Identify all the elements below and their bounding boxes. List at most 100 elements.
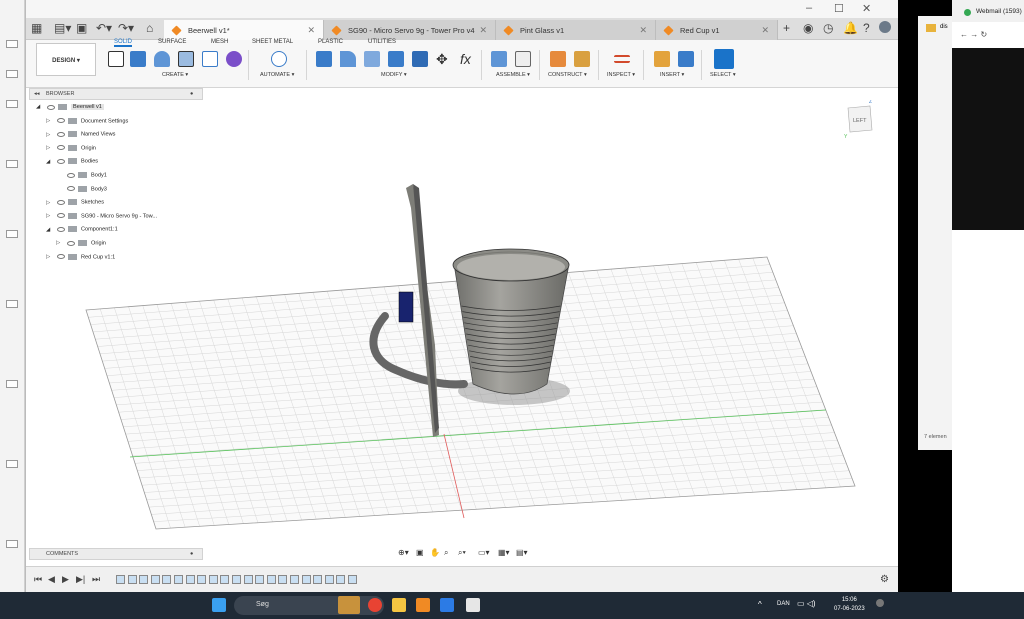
timeline-feature-icon[interactable] — [116, 575, 125, 584]
language-indicator[interactable]: DAN — [777, 601, 790, 607]
expand-arrow-icon[interactable]: ▷ — [46, 200, 54, 206]
strip-item-icon[interactable] — [6, 40, 18, 48]
inspect-group-label[interactable]: INSPECT ▾ — [607, 72, 635, 78]
tab-sg90[interactable]: SG90 - Micro Servo 9g - Tower Pro v4 ✕ — [324, 20, 496, 40]
tree-item[interactable]: Body1 — [56, 172, 107, 178]
orbit-icon[interactable]: ⊕▾ — [398, 548, 409, 557]
tab-mesh[interactable]: MESH — [211, 39, 228, 45]
expand-arrow-icon[interactable]: ▷ — [46, 132, 54, 138]
visibility-eye-icon[interactable] — [67, 172, 75, 178]
expand-arrow-icon[interactable]: ◢ — [36, 104, 44, 110]
expand-arrow-icon[interactable]: ▷ — [46, 145, 54, 151]
zoom-window-icon[interactable]: ⌕▾ — [458, 548, 466, 558]
grid-menu-icon[interactable]: ▦ — [31, 21, 42, 35]
visibility-eye-icon[interactable] — [67, 240, 75, 246]
insert-image-icon[interactable] — [678, 51, 694, 67]
collapse-icon[interactable]: ◂◂ — [34, 91, 40, 97]
display-settings-icon[interactable]: ▭▾ — [478, 548, 490, 557]
tree-item[interactable]: ▷ SG90 - Micro Servo 9g - Tow... — [46, 212, 157, 219]
tree-item[interactable]: ▷ Red Cup v1:1 — [46, 253, 115, 260]
tab-sheet-metal[interactable]: SHEET METAL — [252, 39, 293, 45]
pattern-icon[interactable] — [202, 51, 218, 67]
tab-utilities[interactable]: UTILITIES — [368, 39, 396, 45]
tab-surface[interactable]: SURFACE — [158, 39, 186, 45]
tree-item[interactable]: ▷ Origin — [46, 144, 96, 151]
browser-tab-label[interactable]: Webmail (1593) — [976, 8, 1022, 15]
joint-icon[interactable] — [515, 51, 531, 67]
extensions-icon[interactable]: ◉ — [803, 21, 813, 35]
undo-icon[interactable]: ↶▾ — [96, 21, 112, 35]
timeline-feature-icon[interactable] — [255, 575, 265, 584]
timeline-feature-icon[interactable] — [220, 575, 230, 584]
timeline-feature-icon[interactable] — [174, 575, 183, 584]
hole-icon[interactable] — [178, 51, 194, 67]
maximize-icon[interactable]: ☐ — [834, 2, 844, 15]
automate-group-label[interactable]: AUTOMATE ▾ — [260, 72, 294, 78]
tree-item[interactable]: ◢ Bodies — [46, 158, 98, 165]
chrome-icon[interactable] — [368, 598, 382, 612]
browser-nav-icons[interactable]: ← → ↻ — [960, 30, 987, 39]
timeline-feature-icon[interactable] — [243, 575, 253, 584]
close-icon[interactable]: ✕ — [862, 2, 871, 15]
workspace-switcher[interactable]: DESIGN ▾ — [36, 43, 96, 76]
strip-item-icon[interactable] — [6, 230, 18, 238]
timeline-feature-icon[interactable] — [185, 575, 195, 584]
timeline-feature-icon[interactable] — [324, 575, 334, 584]
zoom-icon[interactable]: ⌕ — [444, 548, 448, 558]
strip-item-icon[interactable] — [6, 100, 18, 108]
timeline-end-icon[interactable]: ⏭ — [92, 574, 100, 585]
grid-settings-icon[interactable]: ▦▾ — [498, 548, 510, 557]
look-at-icon[interactable]: ▣ — [416, 548, 424, 557]
timeline-feature-icon[interactable] — [266, 575, 276, 584]
visibility-eye-icon[interactable] — [57, 131, 65, 137]
timeline-feature-icon[interactable] — [127, 575, 137, 584]
tree-item[interactable]: ▷ Document Settings — [46, 117, 128, 124]
strip-item-icon[interactable] — [6, 160, 18, 168]
timeline-feature-icon[interactable] — [336, 575, 346, 584]
extrude-icon[interactable] — [130, 51, 146, 67]
close-tab-icon[interactable]: ✕ — [761, 25, 769, 36]
timeline-feature-icon[interactable] — [208, 575, 218, 584]
file-menu-icon[interactable]: ▤▾ — [54, 21, 71, 35]
timeline-feature-icon[interactable] — [301, 575, 311, 584]
mail-icon[interactable] — [440, 598, 454, 612]
timeline-feature-icon[interactable] — [162, 575, 172, 584]
insert-derive-icon[interactable] — [654, 51, 670, 67]
fillet-icon[interactable] — [340, 51, 356, 67]
notification-icon[interactable] — [876, 599, 884, 607]
offset-plane-icon[interactable] — [550, 51, 566, 67]
visibility-eye-icon[interactable] — [57, 145, 65, 151]
visibility-eye-icon[interactable] — [47, 104, 55, 110]
new-tab-icon[interactable]: + — [783, 21, 790, 35]
insert-group-label[interactable]: INSERT ▾ — [660, 72, 684, 78]
close-tab-icon[interactable]: ✕ — [479, 25, 487, 36]
strip-item-icon[interactable] — [6, 380, 18, 388]
redo-icon[interactable]: ↷▾ — [118, 21, 134, 35]
assemble-group-label[interactable]: ASSEMBLE ▾ — [496, 72, 530, 78]
construct-group-label[interactable]: CONSTRUCT ▾ — [548, 72, 587, 78]
tree-item[interactable]: Body3 — [56, 185, 107, 192]
viewport[interactable] — [26, 88, 898, 566]
view-cube[interactable]: LEFT Z Y — [844, 99, 876, 140]
close-tab-icon[interactable]: ✕ — [639, 25, 647, 36]
tab-beerwell[interactable]: Beerwell v1* ✕ — [164, 20, 324, 40]
notifications-icon[interactable]: 🔔 — [843, 21, 858, 35]
tab-plastic[interactable]: PLASTIC — [318, 39, 343, 45]
expand-arrow-icon[interactable]: ▷ — [46, 213, 54, 219]
timeline-settings-icon[interactable]: ⚙ — [880, 574, 889, 585]
viewport-canvas[interactable] — [26, 88, 898, 566]
tab-red-cup[interactable]: Red Cup v1 ✕ — [656, 20, 778, 40]
network-volume-icon[interactable]: ▭ ◁) — [797, 599, 816, 608]
create-sketch-icon[interactable] — [108, 51, 124, 67]
combine-icon[interactable] — [412, 51, 428, 67]
timeline-feature-icon[interactable] — [197, 575, 207, 584]
home-icon[interactable]: ⌂ — [146, 21, 153, 35]
pin-icon[interactable]: ● — [190, 91, 193, 97]
tree-item[interactable]: ◢ Component1:1 — [46, 226, 118, 233]
comments-panel-header[interactable]: COMMENTS ● — [29, 548, 203, 560]
expand-arrow-icon[interactable]: ▷ — [46, 118, 54, 124]
automate-icon[interactable] — [271, 51, 287, 67]
visibility-eye-icon[interactable] — [67, 186, 75, 192]
tree-item[interactable]: ▷ Origin — [56, 240, 106, 246]
move-icon[interactable]: ✥ — [436, 51, 452, 67]
